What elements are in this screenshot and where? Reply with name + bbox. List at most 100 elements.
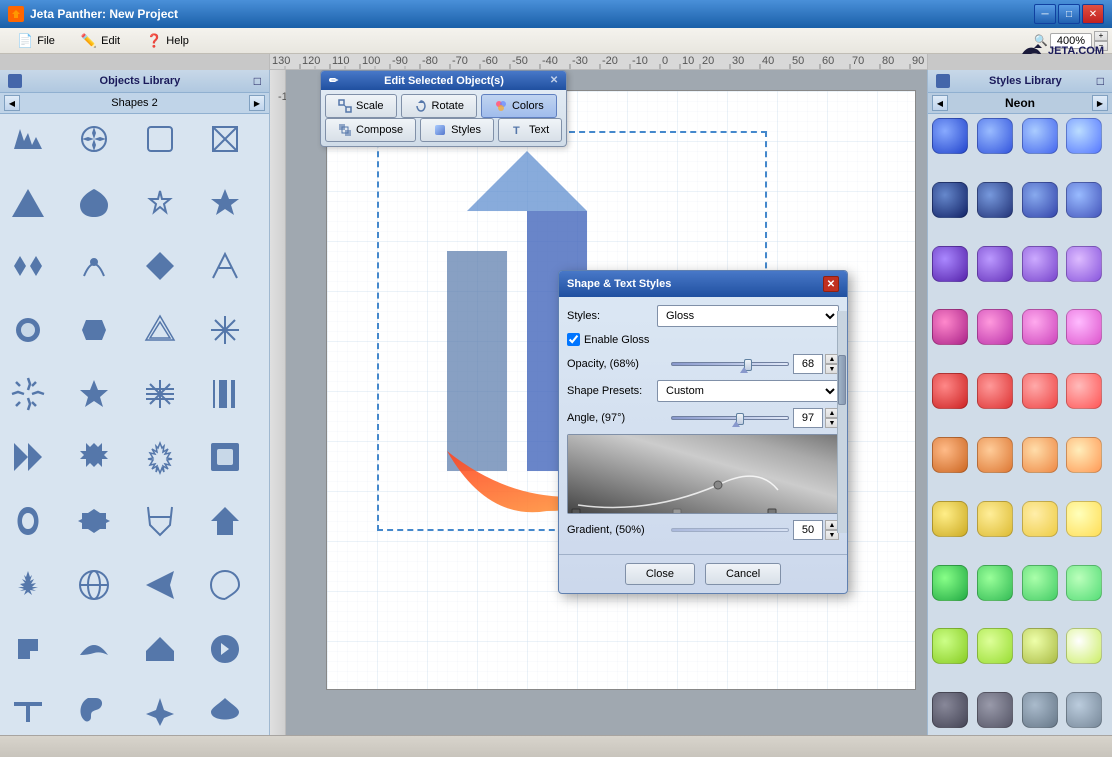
style-swatch[interactable] <box>1066 182 1102 218</box>
shape-item[interactable] <box>70 373 118 415</box>
shape-item[interactable] <box>136 245 184 287</box>
shape-item[interactable] <box>201 118 249 160</box>
compose-button[interactable]: Compose <box>325 118 416 142</box>
menu-edit[interactable]: ✏️ Edit <box>68 29 133 53</box>
style-swatch[interactable] <box>1022 118 1058 154</box>
shape-item[interactable] <box>4 436 52 478</box>
style-swatch[interactable] <box>932 182 968 218</box>
shape-item[interactable] <box>136 309 184 351</box>
nav-prev-button[interactable]: ◀ <box>4 95 20 111</box>
shape-item[interactable] <box>201 373 249 415</box>
gradient-preview[interactable] <box>567 434 839 514</box>
style-swatch[interactable] <box>1022 246 1058 282</box>
style-swatch[interactable] <box>1022 692 1058 728</box>
zoom-in-button[interactable]: + <box>1094 31 1108 41</box>
dialog-scrollbar[interactable] <box>837 311 847 533</box>
styles-button[interactable]: Styles <box>420 118 494 142</box>
shape-item[interactable] <box>70 564 118 606</box>
shape-item[interactable] <box>4 182 52 224</box>
shape-item[interactable] <box>70 245 118 287</box>
style-swatch[interactable] <box>1022 565 1058 601</box>
style-swatch[interactable] <box>977 118 1013 154</box>
shape-item[interactable] <box>136 564 184 606</box>
styles-library-close-icon[interactable]: □ <box>1097 74 1104 88</box>
style-swatch[interactable] <box>1066 246 1102 282</box>
style-swatch[interactable] <box>1066 501 1102 537</box>
style-swatch[interactable] <box>1066 373 1102 409</box>
style-swatch[interactable] <box>1022 437 1058 473</box>
style-swatch[interactable] <box>932 501 968 537</box>
style-swatch[interactable] <box>1022 501 1058 537</box>
shape-item[interactable] <box>4 373 52 415</box>
shape-item[interactable] <box>70 309 118 351</box>
shape-item[interactable] <box>4 118 52 160</box>
opacity-slider-track[interactable] <box>671 362 789 366</box>
shape-item[interactable] <box>136 118 184 160</box>
angle-input[interactable]: 97 <box>793 408 823 428</box>
shape-item[interactable] <box>201 309 249 351</box>
styles-nav-prev-button[interactable]: ◀ <box>932 95 948 111</box>
menu-file[interactable]: 📄 File <box>4 29 68 53</box>
gradient-input[interactable]: 50 <box>793 520 823 540</box>
style-swatch[interactable] <box>932 437 968 473</box>
menu-help[interactable]: ❓ Help <box>133 29 202 53</box>
shape-item[interactable] <box>4 691 52 733</box>
style-swatch[interactable] <box>932 628 968 664</box>
cancel-dialog-button[interactable]: Cancel <box>705 563 781 585</box>
style-swatch[interactable] <box>932 373 968 409</box>
shape-item[interactable] <box>136 628 184 670</box>
shape-item[interactable] <box>4 245 52 287</box>
style-swatch[interactable] <box>1066 437 1102 473</box>
style-swatch[interactable] <box>932 246 968 282</box>
shape-item[interactable] <box>4 628 52 670</box>
style-swatch[interactable] <box>977 565 1013 601</box>
shape-item[interactable] <box>201 436 249 478</box>
style-swatch[interactable] <box>977 692 1013 728</box>
rotate-button[interactable]: Rotate <box>401 94 477 118</box>
style-swatch[interactable] <box>977 246 1013 282</box>
shape-item[interactable] <box>201 245 249 287</box>
style-swatch[interactable] <box>977 628 1013 664</box>
enable-gloss-checkbox[interactable] <box>567 333 580 346</box>
style-swatch[interactable] <box>1066 628 1102 664</box>
style-swatch[interactable] <box>1066 692 1102 728</box>
shape-item[interactable] <box>4 564 52 606</box>
shape-item[interactable] <box>70 500 118 542</box>
style-swatch[interactable] <box>932 118 968 154</box>
colors-button[interactable]: Colors <box>481 94 557 118</box>
close-button[interactable]: ✕ <box>1082 4 1104 24</box>
shape-item[interactable] <box>4 500 52 542</box>
style-swatch[interactable] <box>1022 182 1058 218</box>
style-swatch[interactable] <box>977 182 1013 218</box>
style-swatch[interactable] <box>1066 118 1102 154</box>
shape-item[interactable] <box>70 436 118 478</box>
shape-item[interactable] <box>136 500 184 542</box>
shape-item[interactable] <box>201 628 249 670</box>
shape-item[interactable] <box>136 436 184 478</box>
maximize-button[interactable]: □ <box>1058 4 1080 24</box>
shape-item[interactable] <box>70 182 118 224</box>
style-swatch[interactable] <box>977 373 1013 409</box>
dialog-close-button[interactable]: ✕ <box>823 276 839 292</box>
style-swatch[interactable] <box>977 501 1013 537</box>
shape-item[interactable] <box>201 500 249 542</box>
shape-item[interactable] <box>201 691 249 733</box>
shape-item[interactable] <box>136 691 184 733</box>
text-button[interactable]: T Text <box>498 118 562 142</box>
shape-item[interactable] <box>201 564 249 606</box>
style-swatch[interactable] <box>1066 309 1102 345</box>
close-dialog-button[interactable]: Close <box>625 563 695 585</box>
style-swatch[interactable] <box>1022 628 1058 664</box>
dialog-scrollbar-thumb[interactable] <box>838 355 846 405</box>
shape-presets-select[interactable]: Custom Soft Hard <box>657 380 839 402</box>
styles-select[interactable]: Gloss Flat Metallic <box>657 305 839 327</box>
angle-slider-track[interactable] <box>671 416 789 420</box>
style-swatch[interactable] <box>932 692 968 728</box>
styles-nav-next-button[interactable]: ▶ <box>1092 95 1108 111</box>
shape-item[interactable] <box>136 182 184 224</box>
shape-item[interactable] <box>70 118 118 160</box>
minimize-button[interactable]: ─ <box>1034 4 1056 24</box>
style-swatch[interactable] <box>977 309 1013 345</box>
style-swatch[interactable] <box>977 437 1013 473</box>
shape-item[interactable] <box>201 182 249 224</box>
